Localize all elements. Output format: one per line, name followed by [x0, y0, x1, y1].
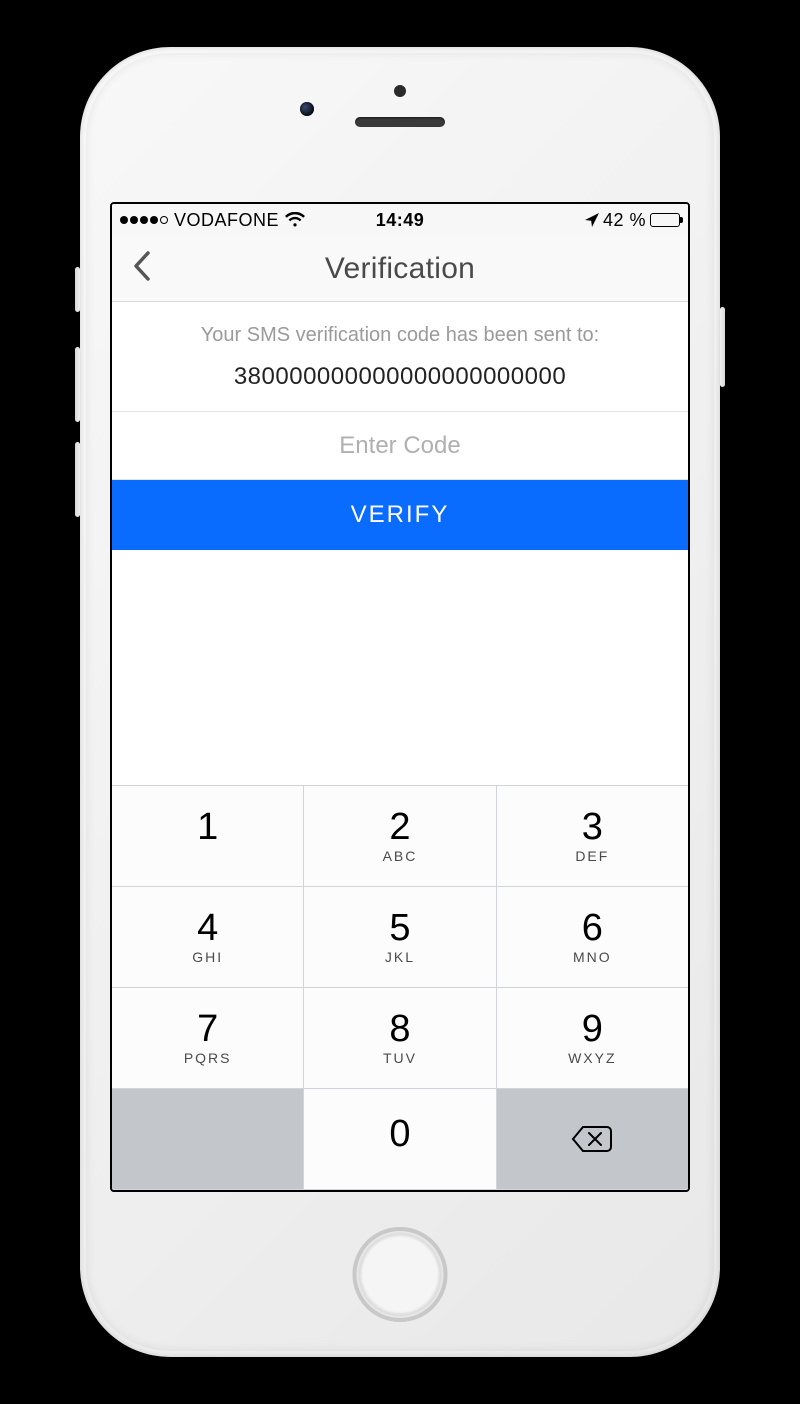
status-right: 42 % [493, 210, 680, 231]
page-title: Verification [112, 252, 688, 286]
front-camera [300, 102, 314, 116]
key-digit: 1 [197, 808, 218, 846]
status-left: VODAFONE [120, 210, 307, 231]
info-text: Your SMS verification code has been sent… [132, 324, 668, 347]
key-letters: GHI [192, 949, 223, 965]
earpiece-speaker [355, 117, 445, 127]
status-bar: VODAFONE 14:49 42 % [112, 204, 688, 236]
battery-percent-label: 42 % [603, 210, 646, 231]
verification-code-input[interactable] [112, 412, 688, 480]
keypad-key-2[interactable]: 2 ABC [304, 786, 495, 886]
keypad-key-8[interactable]: 8 TUV [304, 988, 495, 1088]
info-block: Your SMS verification code has been sent… [112, 302, 688, 412]
key-letters: MNO [573, 949, 612, 965]
content-spacer [112, 550, 688, 785]
volume-up-button [75, 347, 80, 422]
volume-down-button [75, 442, 80, 517]
key-digit: 3 [582, 808, 603, 846]
keypad-key-5[interactable]: 5 JKL [304, 887, 495, 987]
battery-icon [650, 213, 680, 227]
verify-button-label: VERIFY [351, 501, 450, 529]
numeric-keypad: 1 2 ABC 3 DEF 4 GHI 5 J [112, 785, 688, 1190]
keypad-key-6[interactable]: 6 MNO [497, 887, 688, 987]
proximity-sensor [394, 85, 406, 97]
mute-switch [75, 267, 80, 312]
keypad-key-backspace[interactable] [497, 1089, 688, 1189]
wifi-icon [285, 212, 305, 228]
key-digit: 2 [389, 808, 410, 846]
home-button[interactable] [353, 1227, 448, 1322]
keypad-key-4[interactable]: 4 GHI [112, 887, 303, 987]
key-digit: 4 [197, 909, 218, 947]
key-letters: TUV [383, 1050, 417, 1066]
key-digit: 6 [582, 909, 603, 947]
keypad-key-1[interactable]: 1 [112, 786, 303, 886]
key-digit: 5 [389, 909, 410, 947]
key-digit: 7 [197, 1010, 218, 1048]
signal-strength-icon [120, 216, 168, 224]
back-button[interactable] [124, 236, 160, 301]
keypad-key-blank [112, 1089, 303, 1189]
key-letters: ABC [383, 848, 418, 864]
screen: VODAFONE 14:49 42 % Verification [110, 202, 690, 1192]
key-letters: JKL [385, 949, 415, 965]
backspace-icon [571, 1124, 613, 1154]
key-digit: 9 [582, 1010, 603, 1048]
status-time: 14:49 [307, 210, 494, 231]
keypad-key-0[interactable]: 0 [304, 1089, 495, 1189]
keypad-key-9[interactable]: 9 WXYZ [497, 988, 688, 1088]
carrier-label: VODAFONE [174, 210, 279, 231]
power-button [720, 307, 725, 387]
key-digit: 0 [389, 1115, 410, 1153]
recipient-phone-number: 380000000000000000000000 [132, 363, 668, 391]
verify-button[interactable]: VERIFY [112, 480, 688, 550]
chevron-left-icon [133, 251, 151, 286]
key-digit: 8 [389, 1010, 410, 1048]
keypad-key-3[interactable]: 3 DEF [497, 786, 688, 886]
key-letters: WXYZ [568, 1050, 616, 1066]
key-letters: PQRS [184, 1050, 232, 1066]
key-letters: DEF [575, 848, 609, 864]
keypad-key-7[interactable]: 7 PQRS [112, 988, 303, 1088]
nav-header: Verification [112, 236, 688, 302]
location-icon [585, 213, 599, 227]
phone-frame: VODAFONE 14:49 42 % Verification [80, 47, 720, 1357]
